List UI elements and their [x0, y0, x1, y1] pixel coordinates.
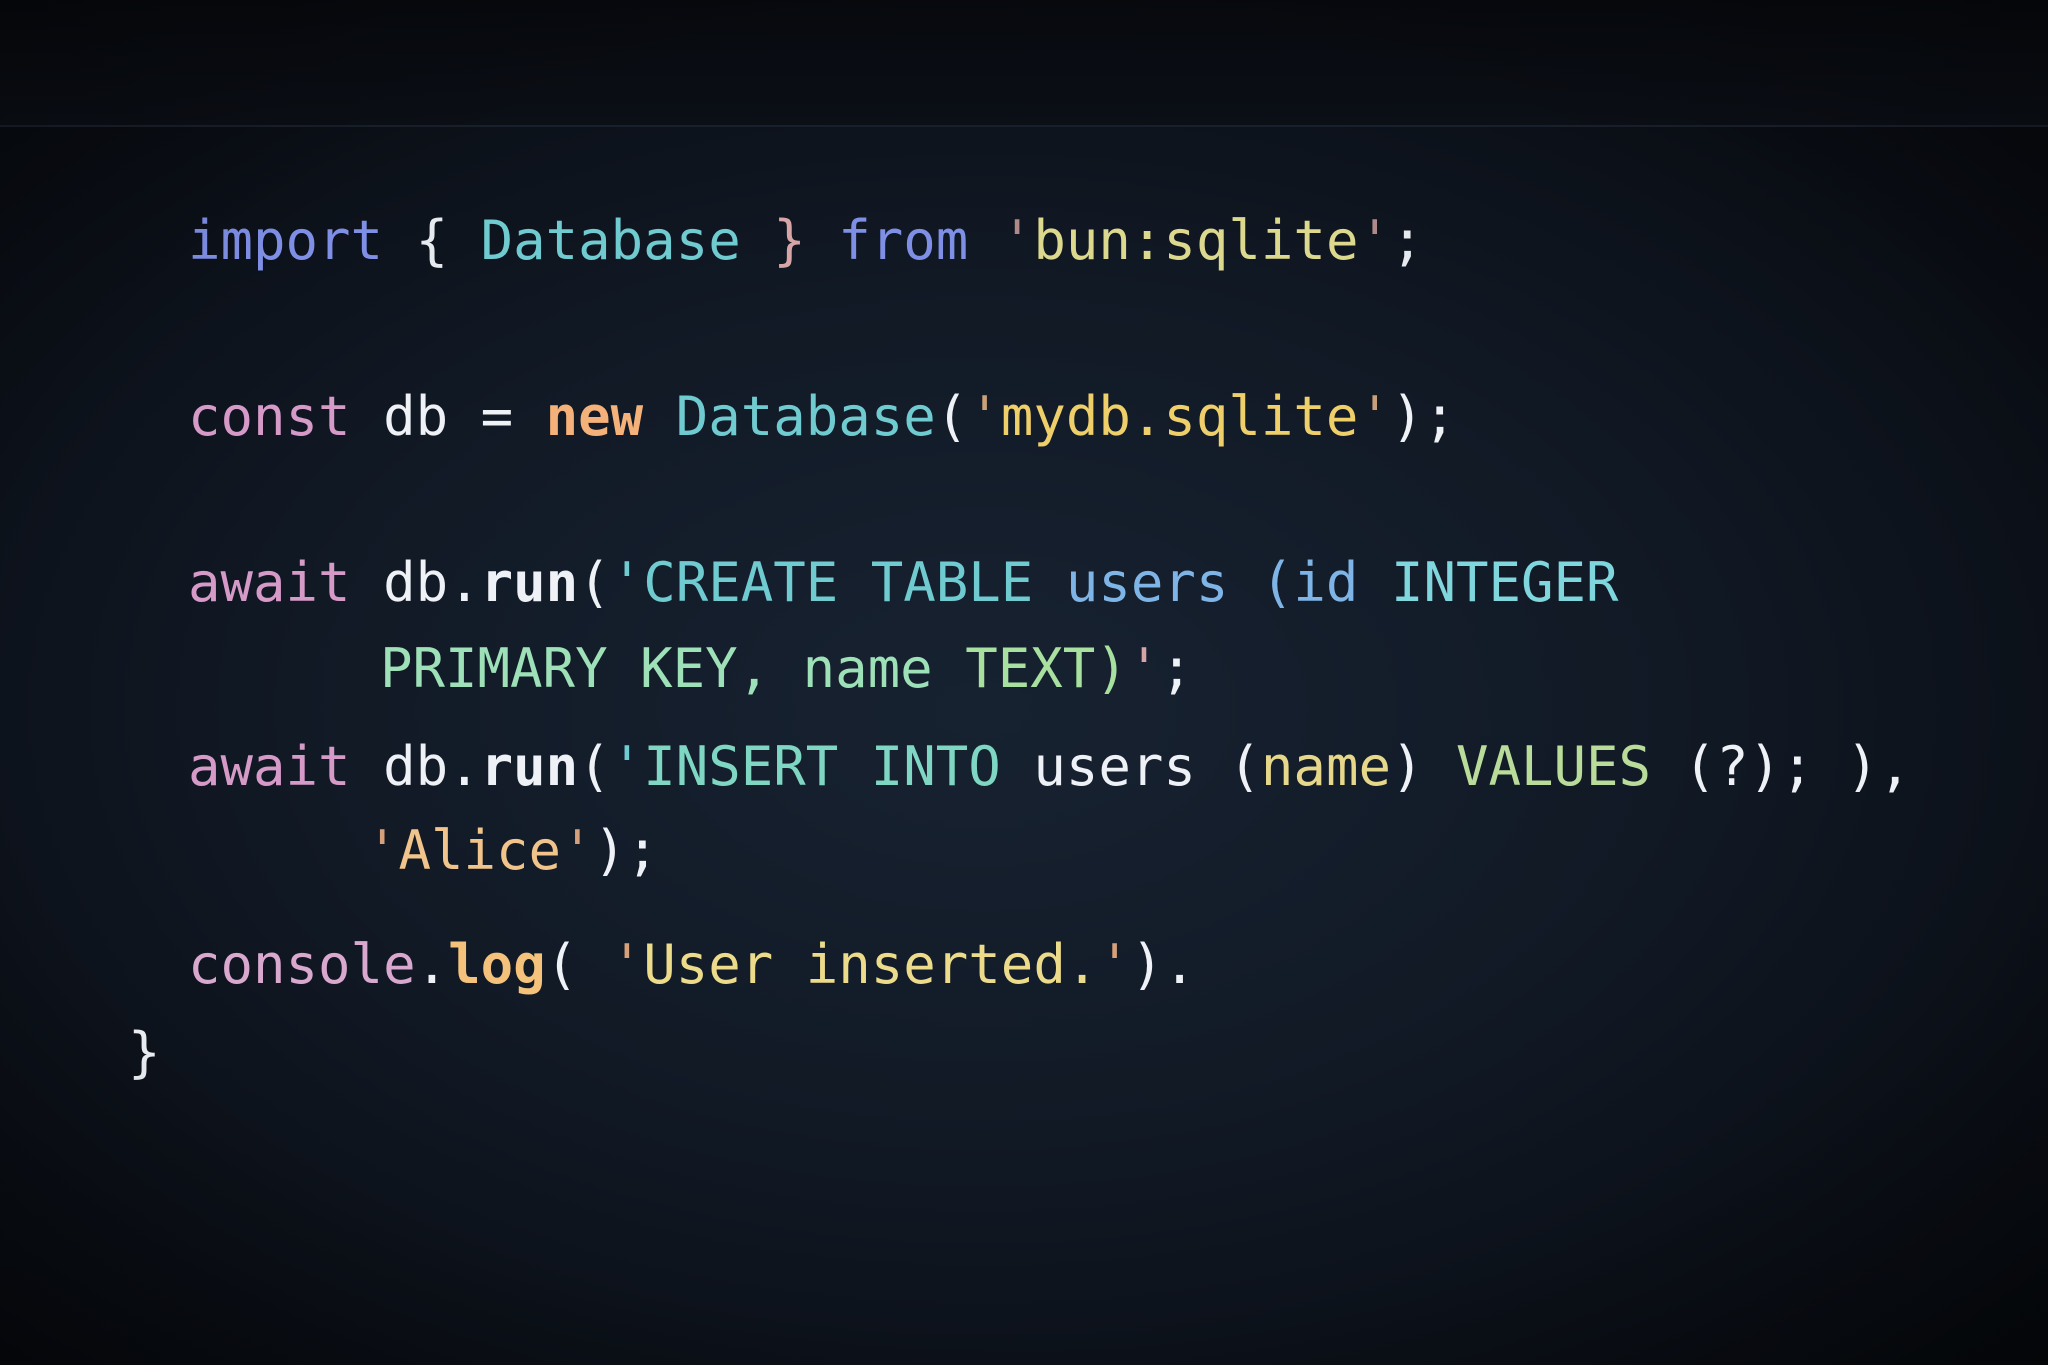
code-token: } — [740, 209, 839, 272]
code-token: db — [350, 385, 481, 448]
code-line-closing-brace: } — [128, 1020, 161, 1086]
top-divider — [0, 125, 2048, 127]
code-token: INTEGER — [1390, 551, 1619, 614]
code-token: name — [802, 637, 966, 700]
code-token: mydb.sqlite — [1000, 385, 1359, 448]
code-token: ; — [1390, 209, 1424, 272]
code-line-import: import { Database } from 'bun:sqlite'; — [188, 208, 1423, 274]
code-token: ' — [366, 819, 399, 882]
code-line-console-log: console.log( 'User inserted.'). — [188, 932, 1196, 998]
code-token: (id — [1260, 551, 1391, 614]
code-token: ). — [1130, 933, 1196, 996]
code-token: ' — [968, 385, 1001, 448]
code-token: Alice — [398, 819, 562, 882]
code-token: users — [1065, 551, 1261, 614]
code-token: run — [480, 551, 579, 614]
code-token: users — [1033, 735, 1229, 798]
code-token: name — [1260, 735, 1391, 798]
code-token: ' — [1098, 933, 1131, 996]
code-token: ( — [578, 735, 611, 798]
code-token: ( — [935, 385, 969, 448]
code-token: await — [188, 551, 351, 614]
code-token: ); — [1390, 385, 1456, 448]
code-line-insert: await db.run('INSERT INTO users (name) V… — [188, 734, 1911, 800]
code-line-const-db: const db = new Database('mydb.sqlite'); — [188, 384, 1456, 450]
code-token: { — [383, 209, 481, 272]
code-token: ' — [561, 819, 594, 882]
code-token: VALUES — [1456, 735, 1684, 798]
code-line-create-table: await db.run('CREATE TABLE users (id INT… — [188, 550, 1619, 616]
code-token: } — [128, 1021, 161, 1084]
code-token: TEXT) — [965, 637, 1128, 700]
code-token: ( — [578, 551, 611, 614]
code-token: ' — [1127, 637, 1161, 700]
code-token: db. — [350, 551, 481, 614]
code-token: bun:sqlite — [1033, 209, 1359, 272]
code-token: . — [415, 933, 449, 996]
code-token: run — [480, 735, 579, 798]
code-token: = — [480, 385, 514, 448]
code-token: PRIMARY KEY, — [380, 637, 803, 700]
top-bar — [0, 0, 2048, 126]
code-token: Database — [480, 209, 741, 272]
code-token: ' — [610, 735, 644, 798]
code-token: ; — [1160, 637, 1193, 700]
code-token: CREATE TABLE — [643, 551, 1066, 614]
code-token: await — [188, 735, 351, 798]
code-token: ' — [610, 933, 644, 996]
code-token: ) — [1390, 735, 1456, 798]
code-token: new — [545, 385, 644, 448]
code-token: (?); ), — [1683, 735, 1912, 798]
code-line-create-table-continued: PRIMARY KEY, name TEXT)'; — [380, 636, 1193, 702]
code-token: const — [188, 385, 351, 448]
code-token: INSERT INTO — [643, 735, 1034, 798]
code-token: import — [188, 209, 384, 272]
code-token: ( — [1228, 735, 1261, 798]
code-token: ); — [593, 819, 659, 882]
code-line-insert-continued: 'Alice'); — [366, 818, 659, 884]
code-token: log — [448, 933, 546, 996]
code-token: ' — [1358, 209, 1391, 272]
code-token: from — [838, 209, 969, 272]
code-token: ' — [968, 209, 1034, 272]
code-screen: import { Database } from 'bun:sqlite'; c… — [0, 0, 2048, 1365]
code-token: Database — [675, 385, 936, 448]
code-token: ' — [1358, 385, 1391, 448]
code-token: console — [188, 933, 416, 996]
code-token: User inserted. — [643, 933, 1099, 996]
code-token: ' — [610, 551, 644, 614]
code-token: db. — [350, 735, 481, 798]
code-token: ( — [545, 933, 611, 996]
